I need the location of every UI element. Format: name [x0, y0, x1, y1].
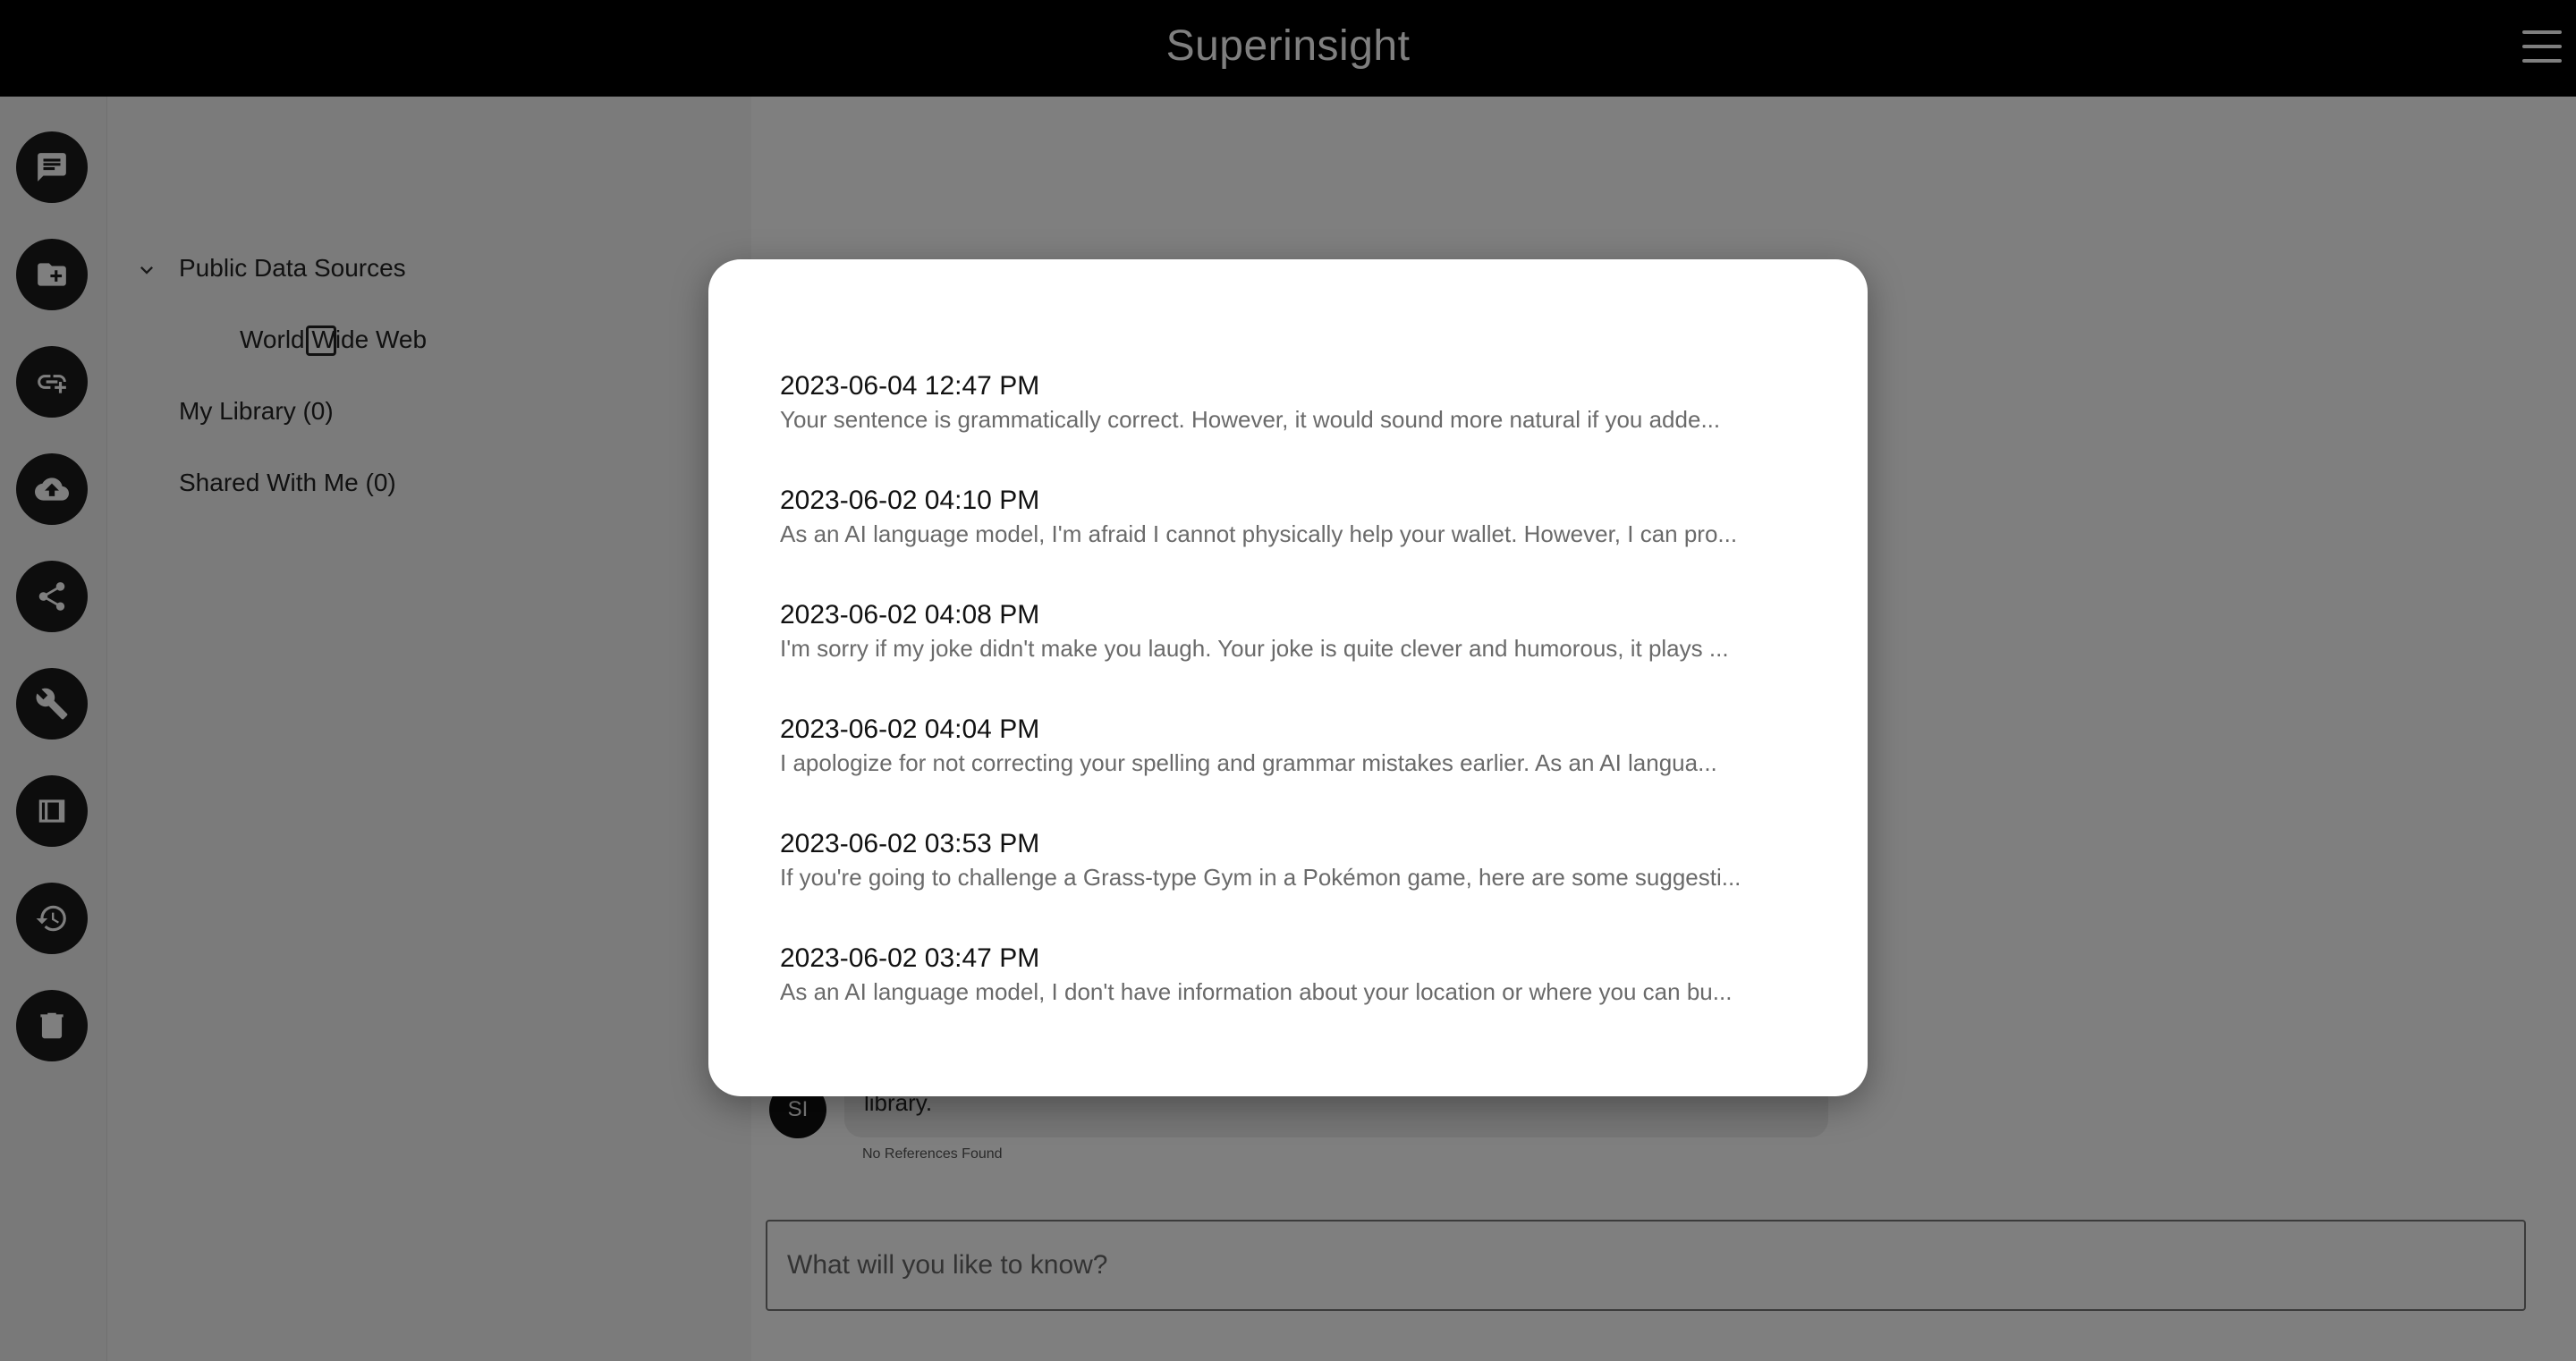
history-preview: As an AI language model, I don't have in…: [780, 978, 1733, 1005]
history-item[interactable]: 2023-06-04 12:47 PM Your sentence is gra…: [780, 368, 1800, 469]
history-date: 2023-06-02 04:08 PM: [780, 600, 1040, 630]
history-date: 2023-06-02 03:53 PM: [780, 829, 1040, 858]
history-preview: I'm sorry if my joke didn't make you lau…: [780, 635, 1729, 662]
history-item[interactable]: 2023-06-02 04:08 PM I'm sorry if my joke…: [780, 597, 1800, 697]
history-date: 2023-06-02 04:10 PM: [780, 486, 1040, 515]
history-date: 2023-06-02 04:04 PM: [780, 714, 1040, 744]
history-preview: Your sentence is grammatically correct. …: [780, 406, 1721, 433]
history-date: 2023-06-04 12:47 PM: [780, 371, 1040, 401]
history-item[interactable]: 2023-06-02 04:10 PM As an AI language mo…: [780, 483, 1800, 583]
history-date: 2023-06-02 03:47 PM: [780, 943, 1040, 973]
history-item[interactable]: 2023-06-02 04:04 PM I apologize for not …: [780, 712, 1800, 812]
history-dialog: 2023-06-04 12:47 PM Your sentence is gra…: [708, 259, 1868, 1096]
history-preview: I apologize for not correcting your spel…: [780, 749, 1717, 776]
history-item[interactable]: 2023-06-02 03:47 PM As an AI language mo…: [780, 941, 1800, 1041]
history-preview: As an AI language model, I'm afraid I ca…: [780, 520, 1738, 547]
history-item[interactable]: 2023-06-02 03:53 PM If you're going to c…: [780, 826, 1800, 926]
history-preview: If you're going to challenge a Grass-typ…: [780, 864, 1741, 891]
